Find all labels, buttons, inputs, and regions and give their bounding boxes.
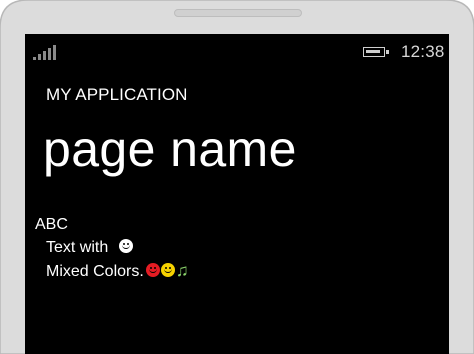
yellow-smiley-icon (160, 263, 175, 277)
signal-strength-icon (33, 44, 59, 60)
page-title: page name (43, 121, 297, 177)
music-note-icon: ♫ (175, 261, 189, 280)
white-smiley-icon (118, 239, 133, 253)
application-title: MY APPLICATION (46, 85, 188, 104)
text-line-2: Mixed Colors. ♫ (35, 259, 189, 283)
phone-screen: 12:38 MY APPLICATION page name ABC Text … (25, 34, 449, 354)
battery-icon (363, 47, 389, 57)
red-smiley-icon (145, 263, 160, 277)
status-bar: 12:38 (25, 34, 449, 70)
content-heading: ABC (35, 216, 68, 233)
clock: 12:38 (401, 42, 445, 61)
text-line-2-label: Mixed Colors. (46, 263, 144, 280)
text-line-1: Text with (35, 236, 189, 259)
device-frame: 12:38 MY APPLICATION page name ABC Text … (0, 0, 474, 354)
text-line-1-label: Text with (46, 239, 113, 256)
content-panel: ABC Text with Mixed Colors. ♫ (35, 213, 189, 283)
speaker-grille (174, 9, 302, 17)
